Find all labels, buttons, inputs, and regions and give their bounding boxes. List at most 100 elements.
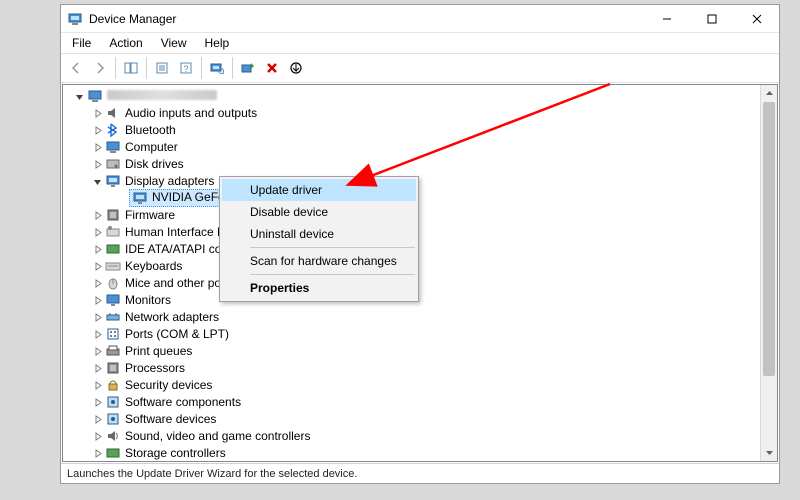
tree-category-label: Print queues xyxy=(125,344,192,358)
device-category-icon xyxy=(105,377,121,393)
context-update-driver[interactable]: Update driver xyxy=(222,179,416,201)
scroll-down-button[interactable] xyxy=(761,444,777,461)
app-icon xyxy=(67,11,83,27)
context-item-label: Scan for hardware changes xyxy=(250,254,397,268)
tree-category[interactable]: Firmware xyxy=(73,207,777,223)
minimize-button[interactable] xyxy=(644,5,689,33)
tree-category[interactable]: Software components xyxy=(73,394,777,410)
tree-category[interactable]: Monitors xyxy=(73,292,777,308)
tree-device[interactable]: NVIDIA GeForce RTX 2060 xyxy=(73,190,777,206)
tree-category-label: Bluetooth xyxy=(125,123,176,137)
device-category-icon xyxy=(105,343,121,359)
device-category-icon xyxy=(105,105,121,121)
collapse-icon[interactable] xyxy=(91,175,103,187)
context-uninstall-device[interactable]: Uninstall device xyxy=(222,223,416,245)
expand-icon[interactable] xyxy=(91,226,103,238)
toolbar-separator xyxy=(201,57,202,79)
tree-category[interactable]: Bluetooth xyxy=(73,122,777,138)
scroll-thumb[interactable] xyxy=(763,102,775,376)
tree-category[interactable]: Security devices xyxy=(73,377,777,393)
tree-category[interactable]: Display adapters xyxy=(73,173,777,189)
device-category-icon xyxy=(105,241,121,257)
expand-icon[interactable] xyxy=(91,107,103,119)
scroll-up-button[interactable] xyxy=(761,85,777,102)
tree-root[interactable] xyxy=(73,88,777,104)
disable-device-button[interactable] xyxy=(285,57,307,79)
tree-category[interactable]: Software devices xyxy=(73,411,777,427)
expand-icon[interactable] xyxy=(91,413,103,425)
context-separator xyxy=(250,274,415,275)
device-category-icon xyxy=(105,173,121,189)
expand-icon[interactable] xyxy=(91,260,103,272)
vertical-scrollbar[interactable] xyxy=(760,85,777,461)
expand-icon[interactable] xyxy=(91,294,103,306)
tree-category-label: Computer xyxy=(125,140,178,154)
context-scan-hardware[interactable]: Scan for hardware changes xyxy=(222,250,416,272)
menu-view[interactable]: View xyxy=(154,34,194,52)
help-button[interactable]: ? xyxy=(175,57,197,79)
expand-icon[interactable] xyxy=(91,124,103,136)
update-driver-button[interactable] xyxy=(237,57,259,79)
context-item-label: Uninstall device xyxy=(250,227,334,241)
tree-category[interactable]: Storage controllers xyxy=(73,445,777,461)
expand-icon[interactable] xyxy=(91,447,103,459)
tree-category[interactable]: Ports (COM & LPT) xyxy=(73,326,777,342)
titlebar: Device Manager xyxy=(61,5,779,33)
menu-file[interactable]: File xyxy=(65,34,98,52)
tree-category[interactable]: Mice and other pointing devices xyxy=(73,275,777,291)
tree-category[interactable]: Human Interface Devices xyxy=(73,224,777,240)
context-item-label: Properties xyxy=(250,281,309,295)
tree-category-label: Display adapters xyxy=(125,174,214,188)
tree-category[interactable]: Sound, video and game controllers xyxy=(73,428,777,444)
tree-category-label: Monitors xyxy=(125,293,171,307)
expand-icon[interactable] xyxy=(91,345,103,357)
menu-help[interactable]: Help xyxy=(198,34,237,52)
toolbar-separator xyxy=(115,57,116,79)
scan-hardware-button[interactable] xyxy=(206,57,228,79)
device-category-icon xyxy=(132,190,148,206)
tree-category[interactable]: Network adapters xyxy=(73,309,777,325)
context-disable-device[interactable]: Disable device xyxy=(222,201,416,223)
device-category-icon xyxy=(105,224,121,240)
tree-category[interactable]: Disk drives xyxy=(73,156,777,172)
window-controls xyxy=(644,5,779,33)
tree-category[interactable]: Keyboards xyxy=(73,258,777,274)
show-hide-tree-button[interactable] xyxy=(120,57,142,79)
context-item-label: Update driver xyxy=(250,183,322,197)
properties-button[interactable] xyxy=(151,57,173,79)
tree-category-label: Security devices xyxy=(125,378,212,392)
expand-icon[interactable] xyxy=(91,430,103,442)
context-menu: Update driver Disable device Uninstall d… xyxy=(219,176,419,302)
expand-icon[interactable] xyxy=(91,141,103,153)
tree-category-label: Disk drives xyxy=(125,157,184,171)
expand-icon[interactable] xyxy=(91,311,103,323)
expand-icon[interactable] xyxy=(91,158,103,170)
menu-action[interactable]: Action xyxy=(102,34,149,52)
forward-button xyxy=(89,57,111,79)
expand-icon[interactable] xyxy=(91,362,103,374)
expand-icon[interactable] xyxy=(91,379,103,391)
maximize-button[interactable] xyxy=(689,5,734,33)
window-title: Device Manager xyxy=(89,12,176,26)
context-properties[interactable]: Properties xyxy=(222,277,416,299)
expand-icon[interactable] xyxy=(91,396,103,408)
expand-icon[interactable] xyxy=(91,243,103,255)
scroll-track[interactable] xyxy=(761,102,777,444)
device-category-icon xyxy=(105,292,121,308)
device-tree-pane: Audio inputs and outputs Bluetooth Compute… xyxy=(62,84,778,462)
expand-icon[interactable] xyxy=(91,277,103,289)
expand-icon[interactable] xyxy=(91,328,103,340)
expand-icon[interactable] xyxy=(91,209,103,221)
tree-category[interactable]: Computer xyxy=(73,139,777,155)
toolbar-separator xyxy=(232,57,233,79)
collapse-icon[interactable] xyxy=(73,90,85,102)
tree-category[interactable]: Processors xyxy=(73,360,777,376)
tree-category[interactable]: Audio inputs and outputs xyxy=(73,105,777,121)
tree-category-label: Keyboards xyxy=(125,259,182,273)
tree-category[interactable]: Print queues xyxy=(73,343,777,359)
uninstall-device-button[interactable] xyxy=(261,57,283,79)
close-button[interactable] xyxy=(734,5,779,33)
toolbar: ? xyxy=(61,53,779,83)
device-tree[interactable]: Audio inputs and outputs Bluetooth Compute… xyxy=(63,85,777,462)
tree-category[interactable]: IDE ATA/ATAPI controllers xyxy=(73,241,777,257)
